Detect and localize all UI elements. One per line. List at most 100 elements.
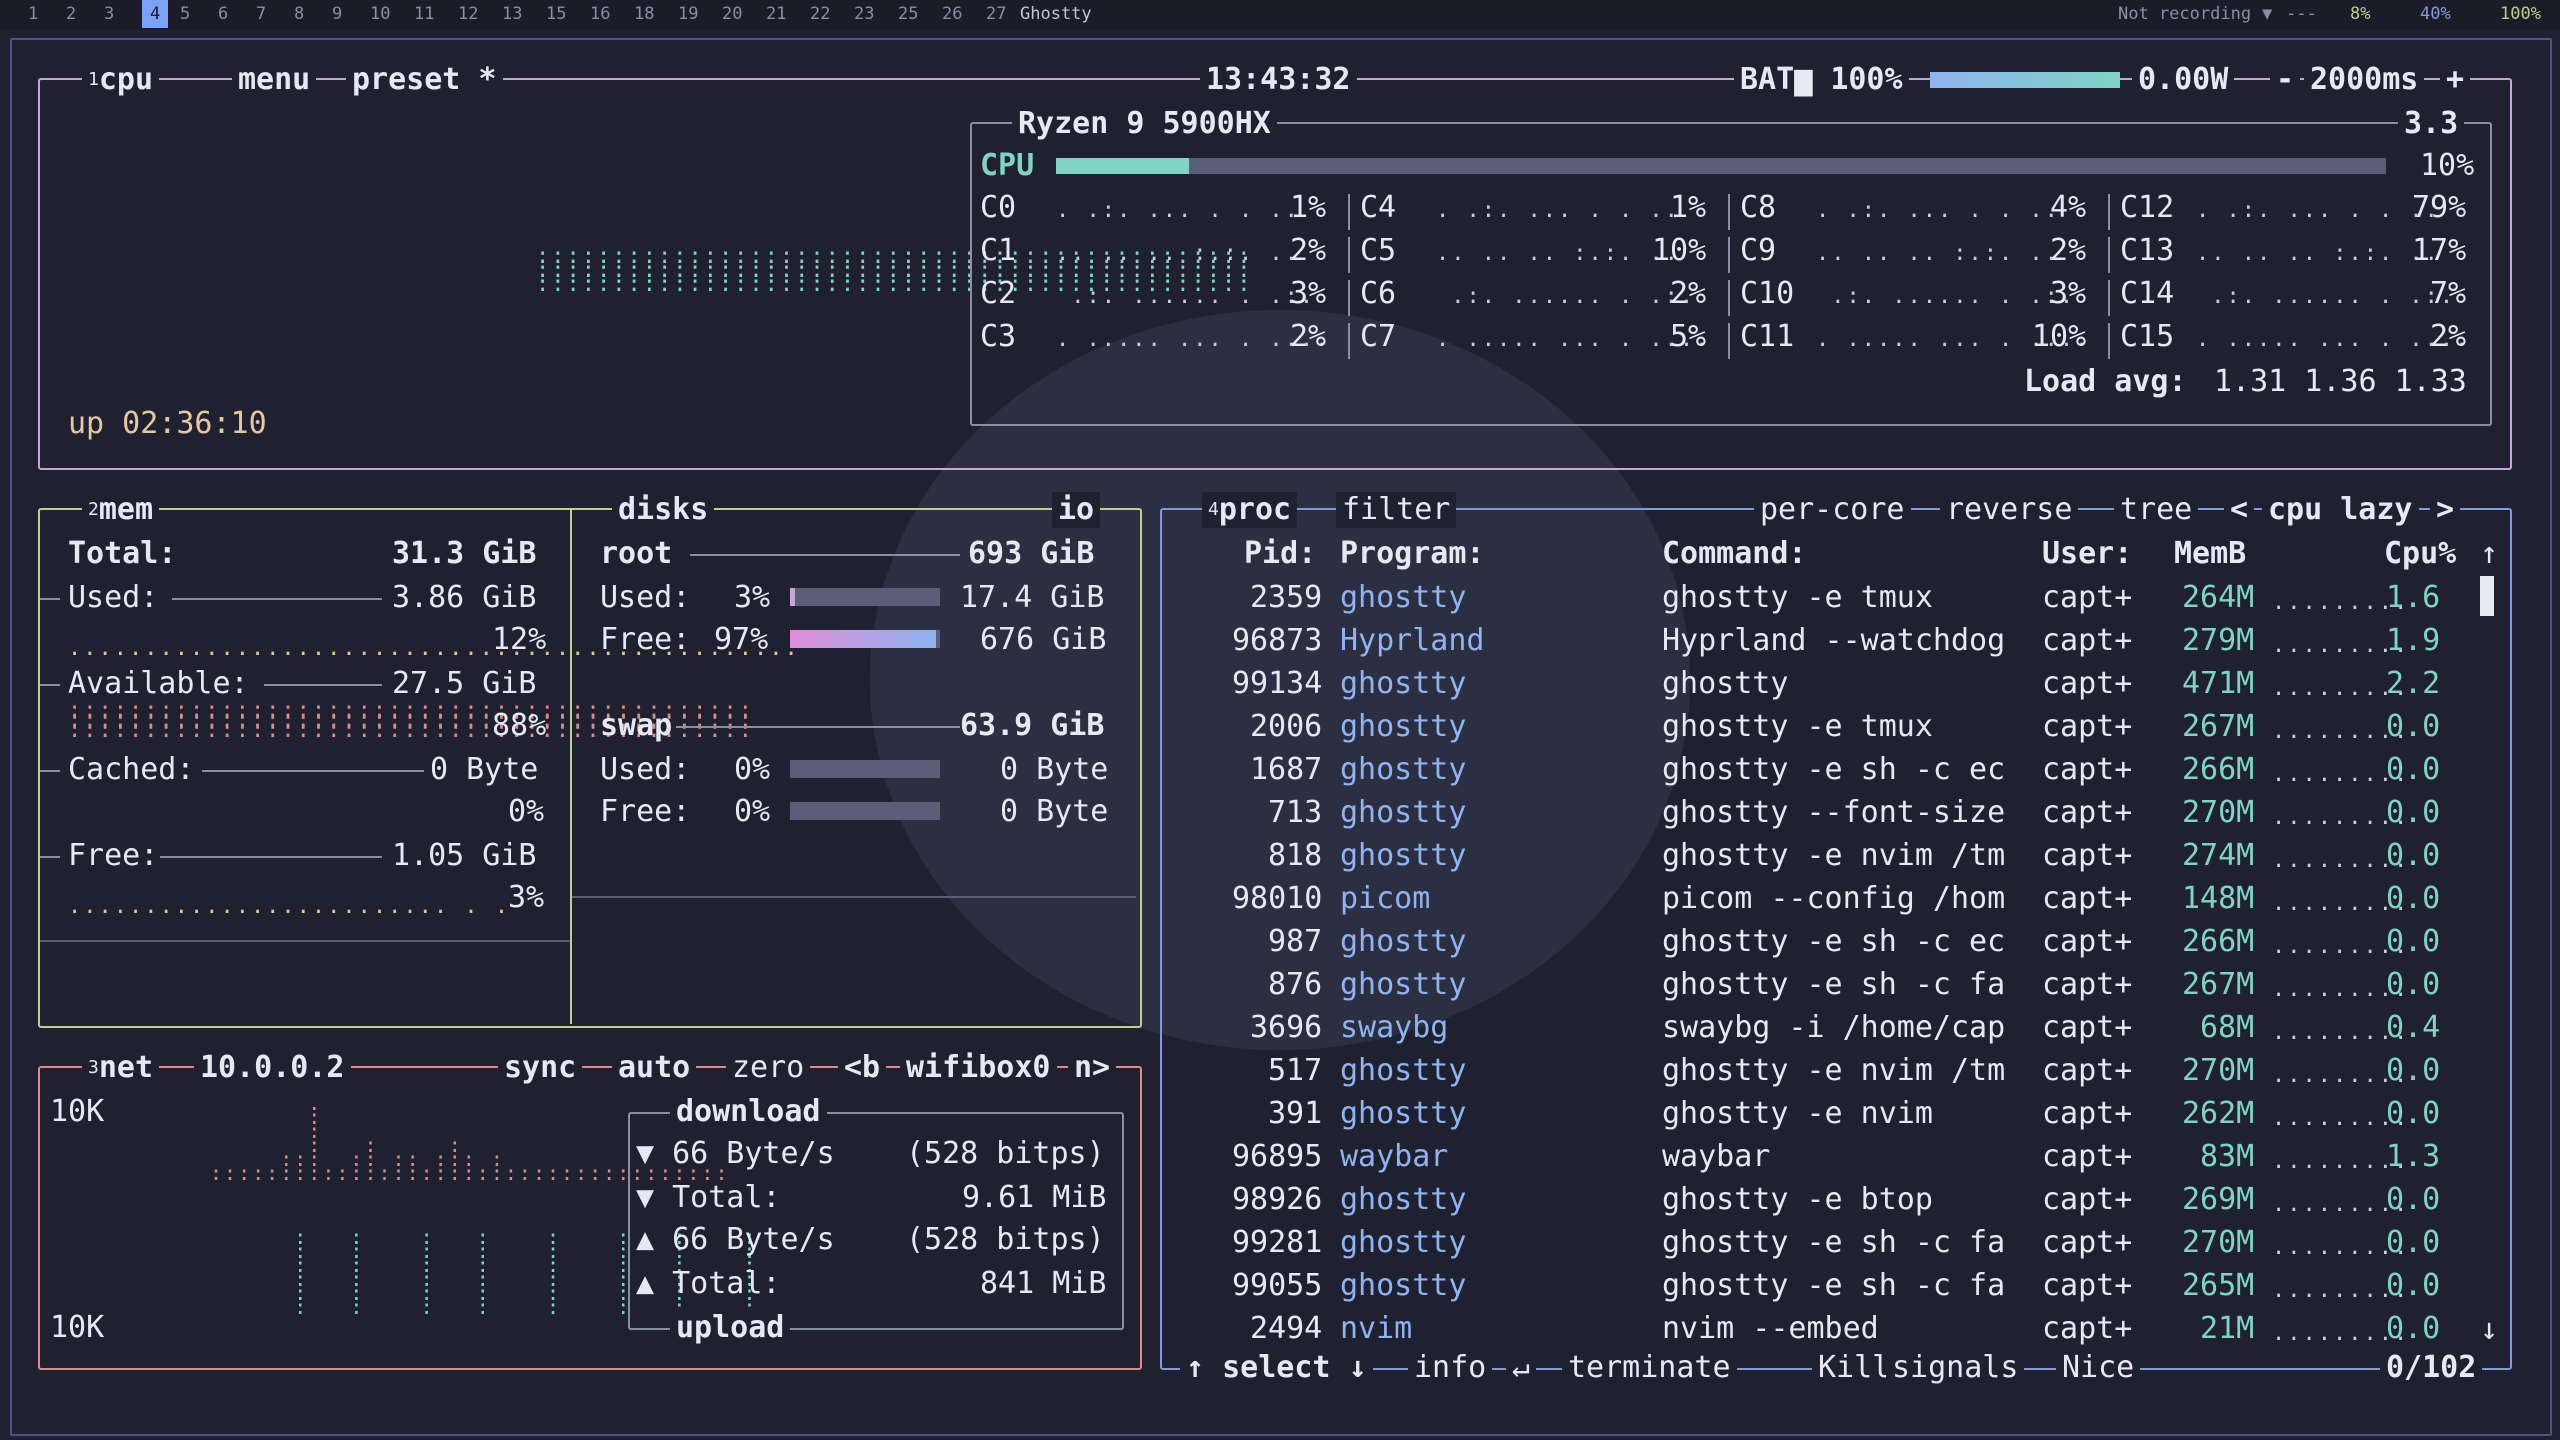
info-button[interactable]: info [1408, 1350, 1493, 1386]
workspace-19[interactable]: 19 [678, 4, 698, 24]
sync-toggle[interactable]: sync [498, 1050, 583, 1086]
process-user: capt+ [2042, 881, 2133, 916]
disks-label: disks [612, 492, 715, 528]
signals-button[interactable]: signals [1886, 1350, 2025, 1386]
col-cpu[interactable]: Cpu% [2384, 536, 2456, 572]
process-pid: 1687 [1250, 752, 1323, 787]
col-user[interactable]: User: [2042, 536, 2132, 572]
up-arrow-icon: ▲ [636, 1266, 655, 1301]
workspace-18[interactable]: 18 [634, 4, 654, 24]
io-toggle[interactable]: io [1052, 492, 1101, 528]
workspace-27[interactable]: 27 [986, 4, 1006, 24]
filter-button[interactable]: filter [1336, 492, 1457, 528]
scroll-up-icon[interactable]: ↑ [2480, 536, 2498, 572]
nice-button[interactable]: Nice [2056, 1350, 2141, 1386]
auto-toggle[interactable]: auto [612, 1050, 697, 1086]
workspace-7[interactable]: 7 [256, 4, 266, 24]
process-mem: 264M [2182, 580, 2255, 615]
process-cpu: 0.0 [2386, 1096, 2441, 1131]
workspace-22[interactable]: 22 [810, 4, 830, 24]
workspace-25[interactable]: 25 [898, 4, 918, 24]
col-command[interactable]: Command: [1662, 536, 1807, 572]
process-command: ghostty -e nvim [1662, 1096, 1933, 1131]
process-program: picom [1340, 881, 1431, 916]
sort-prev-button[interactable]: < [2224, 492, 2255, 528]
zero-toggle[interactable]: zero [726, 1050, 811, 1086]
process-cpu: 0.4 [2386, 1010, 2441, 1045]
workspace-21[interactable]: 21 [766, 4, 786, 24]
clock: 13:43:32 [1200, 62, 1357, 98]
process-cpu: 2.2 [2386, 666, 2441, 701]
swap-free-pct: 0% [734, 794, 771, 829]
download-bits: (528 bitps) [906, 1136, 1105, 1171]
interval-value: 2000ms [2304, 62, 2425, 98]
mem-disk-divider [570, 510, 572, 1024]
disk-root-label: root [600, 536, 673, 571]
process-cpu: 0.0 [2386, 881, 2441, 916]
mem-used-pct: 12% [492, 622, 547, 657]
process-cpu: 0.0 [2386, 1053, 2441, 1088]
sort-next-button[interactable]: > [2430, 492, 2461, 528]
tree-toggle[interactable]: tree [2114, 492, 2199, 528]
workspace-26[interactable]: 26 [942, 4, 962, 24]
mem-tab[interactable]: 2mem [82, 492, 160, 528]
workspace-5[interactable]: 5 [180, 4, 190, 24]
mem-cached-value: 0 Byte [430, 752, 539, 787]
workspace-3[interactable]: 3 [104, 4, 114, 24]
process-pid: 96895 [1232, 1139, 1323, 1174]
col-program[interactable]: Program: [1340, 536, 1485, 572]
prev-interface-button[interactable]: <b [838, 1050, 887, 1086]
workspace-9[interactable]: 9 [332, 4, 342, 24]
process-command: waybar [1662, 1139, 1771, 1174]
disk-root-free-value: 676 GiB [980, 622, 1107, 657]
process-user: capt+ [2042, 1182, 2133, 1217]
core-c9-graph: .. .. .. :.:. .. [1816, 241, 2060, 266]
proc-tab[interactable]: 4proc [1202, 492, 1298, 528]
process-user: capt+ [2042, 752, 2133, 787]
process-user: capt+ [2042, 580, 2133, 615]
process-program: ghostty [1340, 795, 1467, 830]
core-c5-pct: 10% [1652, 233, 1707, 268]
kill-button[interactable]: Kill [1812, 1350, 1897, 1386]
workspace-20[interactable]: 20 [722, 4, 742, 24]
disk-root-free-bar [790, 630, 940, 648]
workspace-15[interactable]: 15 [546, 4, 566, 24]
workspace-12[interactable]: 12 [458, 4, 478, 24]
workspace-11[interactable]: 11 [414, 4, 434, 24]
col-mem[interactable]: MemB [2174, 536, 2246, 572]
process-program: ghostty [1340, 1268, 1467, 1303]
next-interface-button[interactable]: n> [1068, 1050, 1117, 1086]
core-c6-pct: 2% [1670, 276, 1707, 311]
preset-button[interactable]: preset * [346, 62, 503, 98]
process-program: ghostty [1340, 1225, 1467, 1260]
workspace-16[interactable]: 16 [590, 4, 610, 24]
net-scale-bottom: 10K [50, 1310, 105, 1345]
workspace-8[interactable]: 8 [294, 4, 304, 24]
per-core-toggle[interactable]: per-core [1754, 492, 1911, 528]
power-readout: 0.00W [2132, 62, 2235, 98]
process-cpu: 1.3 [2386, 1139, 2441, 1174]
col-pid[interactable]: Pid: [1244, 536, 1316, 572]
workspace-13[interactable]: 13 [502, 4, 522, 24]
scrollbar-thumb[interactable] [2480, 576, 2494, 616]
process-mem: 270M [2182, 1225, 2255, 1260]
core-c11-label: C11 [1740, 319, 1795, 354]
net-tab[interactable]: 3net [82, 1050, 160, 1086]
interval-plus-button[interactable]: + [2440, 62, 2471, 98]
mem-cached-pct: 0% [508, 794, 545, 829]
disk-root-size: 693 GiB [968, 536, 1095, 571]
menu-button[interactable]: menu [232, 62, 317, 98]
workspace-4[interactable]: 4 [142, 0, 169, 28]
sort-mode[interactable]: cpu lazy [2262, 492, 2419, 528]
interval-minus-button[interactable]: - [2270, 62, 2301, 98]
cpu-tab[interactable]: 1cpu [82, 62, 160, 98]
workspace-2[interactable]: 2 [66, 4, 76, 24]
workspace-23[interactable]: 23 [854, 4, 874, 24]
workspace-10[interactable]: 10 [370, 4, 390, 24]
scroll-down-icon[interactable]: ↓ [2480, 1312, 2498, 1348]
select-button[interactable]: ↑ select ↓ [1180, 1350, 1373, 1386]
workspace-1[interactable]: 1 [28, 4, 38, 24]
reverse-toggle[interactable]: reverse [1940, 492, 2079, 528]
terminate-button[interactable]: terminate [1562, 1350, 1737, 1386]
workspace-6[interactable]: 6 [218, 4, 228, 24]
